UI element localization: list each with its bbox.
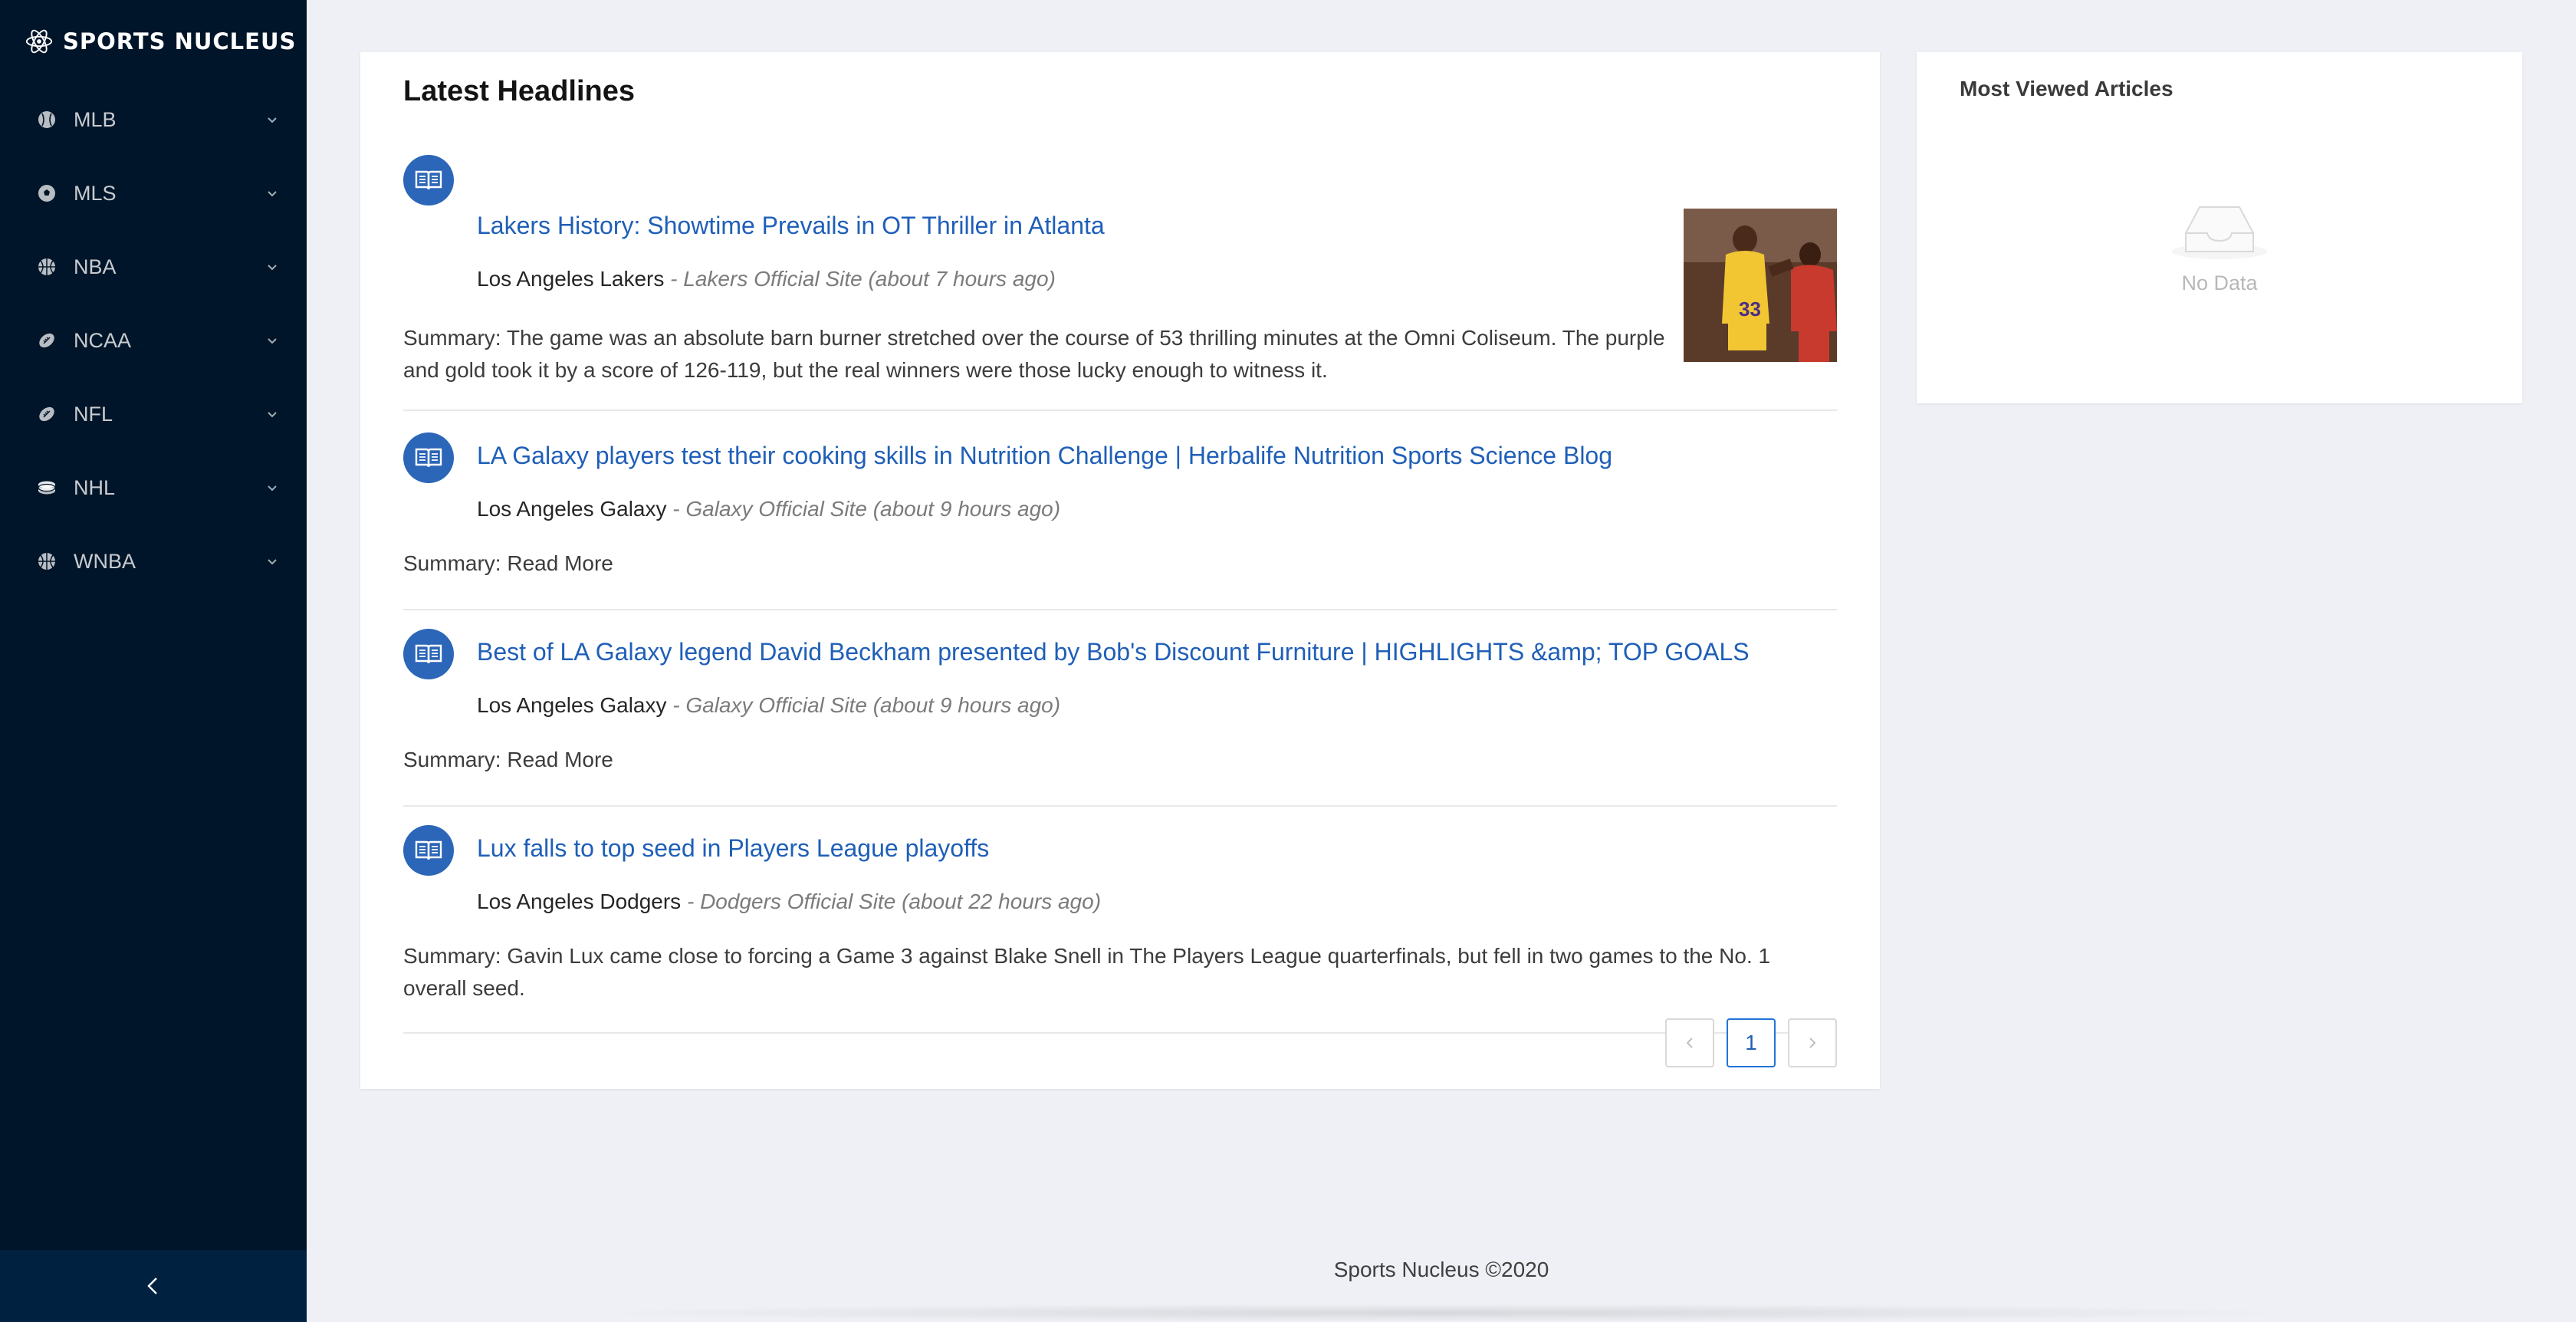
sidebar-item-mls[interactable]: MLS [0,156,307,230]
article-item: Best of LA Galaxy legend David Beckham p… [403,629,1837,807]
next-page-button[interactable] [1788,1018,1837,1067]
basketball-icon [38,553,55,570]
article-summary: Summary: Read More [403,551,613,575]
article-thumbnail[interactable]: 33 [1684,209,1837,362]
atom-logo-icon [25,29,53,54]
chevron-left-icon [147,1278,157,1294]
baseball-icon [38,111,55,128]
empty-state-text: No Data [2181,271,2258,294]
footer: Sports Nucleus ©2020 [307,1258,2576,1282]
article-item: Lux falls to top seed in Players League … [403,825,1837,1034]
chevron-down-icon [268,412,277,418]
chevron-down-icon [268,265,277,271]
sidebar-item-nhl[interactable]: NHL [0,451,307,525]
sidebar: SPORTS NUCLEUS MLB MLS NBA NCAA NFL NHL … [0,0,307,1322]
card-title: Latest Headlines [403,75,635,107]
article-title-link[interactable]: LA Galaxy players test their cooking ski… [477,442,1612,470]
sidebar-item-label: NCAA [74,328,132,352]
sidebar-item-label: WNBA [74,549,136,573]
article-meta: Los Angeles Lakers - Lakers Official Sit… [477,267,1056,291]
book-icon [415,448,442,468]
card-title: Most Viewed Articles [1960,77,2174,100]
latest-headlines-card: Latest Headlines Lakers History: Showtim… [360,52,1880,1089]
chevron-down-icon [268,338,277,344]
book-icon [415,840,442,860]
svg-text:33: 33 [1739,298,1761,321]
article-meta: Los Angeles Galaxy - Galaxy Official Sit… [477,693,1060,718]
article-summary: Summary: Gavin Lux came close to forcing… [403,944,1771,1000]
article-item: LA Galaxy players test their cooking ski… [403,432,1837,610]
sidebar-item-label: NBA [74,255,117,278]
sidebar-item-label: NHL [74,475,116,499]
basketball-players-photo: 33 [1684,209,1837,362]
sidebar-item-label: NFL [74,402,113,426]
article-summary: Summary: The game was an absolute barn b… [403,326,1665,382]
article-meta: Los Angeles Dodgers - Dodgers Official S… [477,890,1101,914]
chevron-down-icon [268,485,277,492]
pagination: 1 [1665,1018,1837,1067]
sidebar-item-label: MLS [74,181,117,205]
sidebar-item-ncaa[interactable]: NCAA [0,304,307,377]
football-icon [39,406,54,422]
sidebar-item-label: MLB [74,107,117,131]
book-icon [415,644,442,664]
article-source: - Dodgers Official Site (about 22 hours … [686,890,1102,913]
main-content: Latest Headlines Lakers History: Showtim… [307,0,2576,1322]
chevron-down-icon [268,117,277,123]
sport-menu: MLB MLS NBA NCAA NFL NHL WNBA [0,83,307,598]
basketball-icon [38,258,55,275]
article-team: Los Angeles Galaxy [477,497,667,521]
chevron-down-icon [268,191,277,197]
sidebar-collapse-button[interactable] [0,1250,307,1322]
article-title-link[interactable]: Lakers History: Showtime Prevails in OT … [477,212,1105,240]
footer-text: Sports Nucleus ©2020 [1333,1258,1549,1281]
most-viewed-card: Most Viewed Articles No Data [1917,52,2522,403]
article-title-link[interactable]: Best of LA Galaxy legend David Beckham p… [477,638,1750,666]
article-source: - Lakers Official Site (about 7 hours ag… [670,267,1056,291]
chevron-left-icon [1686,1038,1693,1048]
article-team: Los Angeles Galaxy [477,693,667,717]
article-summary: Summary: Read More [403,748,613,771]
article-item: Lakers History: Showtime Prevails in OT … [403,155,1837,411]
chevron-down-icon [268,559,277,565]
article-avatar [403,432,454,483]
footer-shadow [567,1304,2315,1322]
brand-name: SPORTS NUCLEUS [63,28,297,54]
article-avatar [403,629,454,679]
prev-page-button[interactable] [1665,1018,1714,1067]
football-icon [39,333,54,348]
article-source: - Galaxy Official Site (about 9 hours ag… [672,693,1061,717]
hockey-puck-icon [38,481,56,495]
sidebar-item-nba[interactable]: NBA [0,230,307,304]
app-logo[interactable]: SPORTS NUCLEUS [0,0,307,83]
sidebar-item-nfl[interactable]: NFL [0,377,307,451]
empty-state: No Data [1917,196,2522,295]
sidebar-item-mlb[interactable]: MLB [0,83,307,156]
article-title-link[interactable]: Lux falls to top seed in Players League … [477,834,989,863]
empty-inbox-icon [2172,206,2267,259]
article-team: Los Angeles Lakers [477,267,665,291]
article-avatar [403,155,454,206]
chevron-right-icon [1809,1038,1816,1048]
sidebar-item-wnba[interactable]: WNBA [0,525,307,598]
page-number-button[interactable]: 1 [1727,1018,1776,1067]
book-icon [415,170,442,190]
article-team: Los Angeles Dodgers [477,890,682,913]
article-meta: Los Angeles Galaxy - Galaxy Official Sit… [477,497,1060,521]
article-avatar [403,825,454,876]
soccer-ball-icon [38,185,55,202]
article-source: - Galaxy Official Site (about 9 hours ag… [672,497,1061,521]
